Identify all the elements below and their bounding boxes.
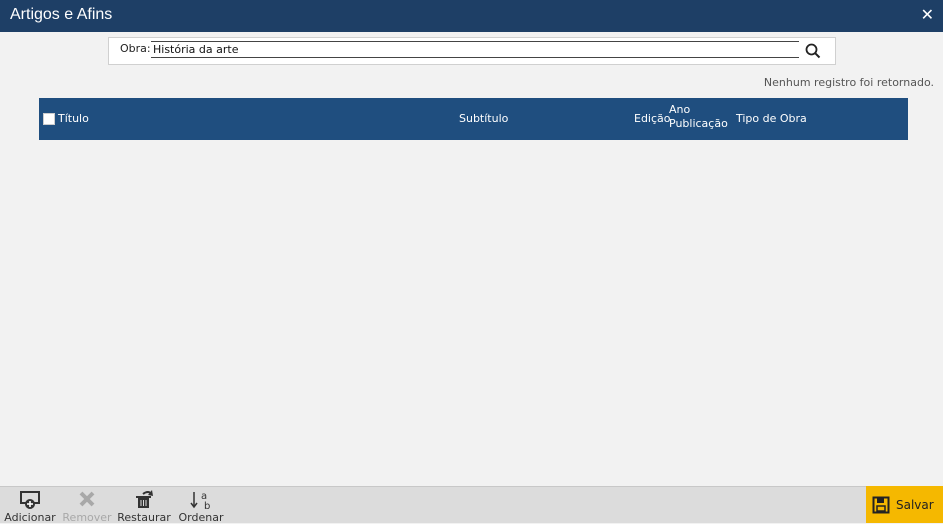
add-label: Adicionar bbox=[4, 511, 56, 524]
column-titulo[interactable]: Título bbox=[58, 112, 89, 125]
save-button[interactable]: Salvar bbox=[866, 486, 943, 523]
save-icon bbox=[872, 496, 890, 517]
restore-button[interactable]: Restaurar bbox=[116, 487, 172, 524]
select-all-checkbox[interactable] bbox=[43, 113, 55, 125]
column-tipo-obra[interactable]: Tipo de Obra bbox=[736, 112, 807, 125]
remove-label: Remover bbox=[62, 511, 112, 524]
search-panel: Obra: bbox=[108, 37, 836, 65]
column-edicao[interactable]: Edição bbox=[634, 112, 671, 125]
column-ano-line1: Ano bbox=[669, 103, 691, 116]
search-label: Obra: bbox=[120, 42, 151, 55]
remove-button[interactable]: Remover bbox=[62, 487, 112, 524]
sort-button[interactable]: a b Ordenar bbox=[176, 487, 226, 524]
bottom-toolbar: Adicionar Remover Restaurar a b Ordenar bbox=[0, 486, 943, 524]
close-icon[interactable]: ✕ bbox=[921, 5, 934, 24]
search-icon[interactable] bbox=[803, 41, 823, 61]
column-ano-publicacao[interactable]: Ano Publicação bbox=[669, 103, 728, 131]
table-header: Título Subtítulo Edição Ano Publicação T… bbox=[39, 98, 908, 140]
window-titlebar: Artigos e Afins ✕ bbox=[0, 0, 943, 32]
window-title: Artigos e Afins bbox=[10, 6, 113, 23]
sort-label: Ordenar bbox=[178, 511, 224, 524]
add-button[interactable]: Adicionar bbox=[2, 487, 58, 524]
restore-label: Restaurar bbox=[117, 511, 171, 524]
search-input[interactable] bbox=[151, 41, 799, 58]
save-label: Salvar bbox=[896, 498, 934, 512]
column-subtitulo[interactable]: Subtítulo bbox=[459, 112, 508, 125]
status-message: Nenhum registro foi retornado. bbox=[763, 76, 934, 89]
column-ano-line2: Publicação bbox=[669, 117, 728, 130]
